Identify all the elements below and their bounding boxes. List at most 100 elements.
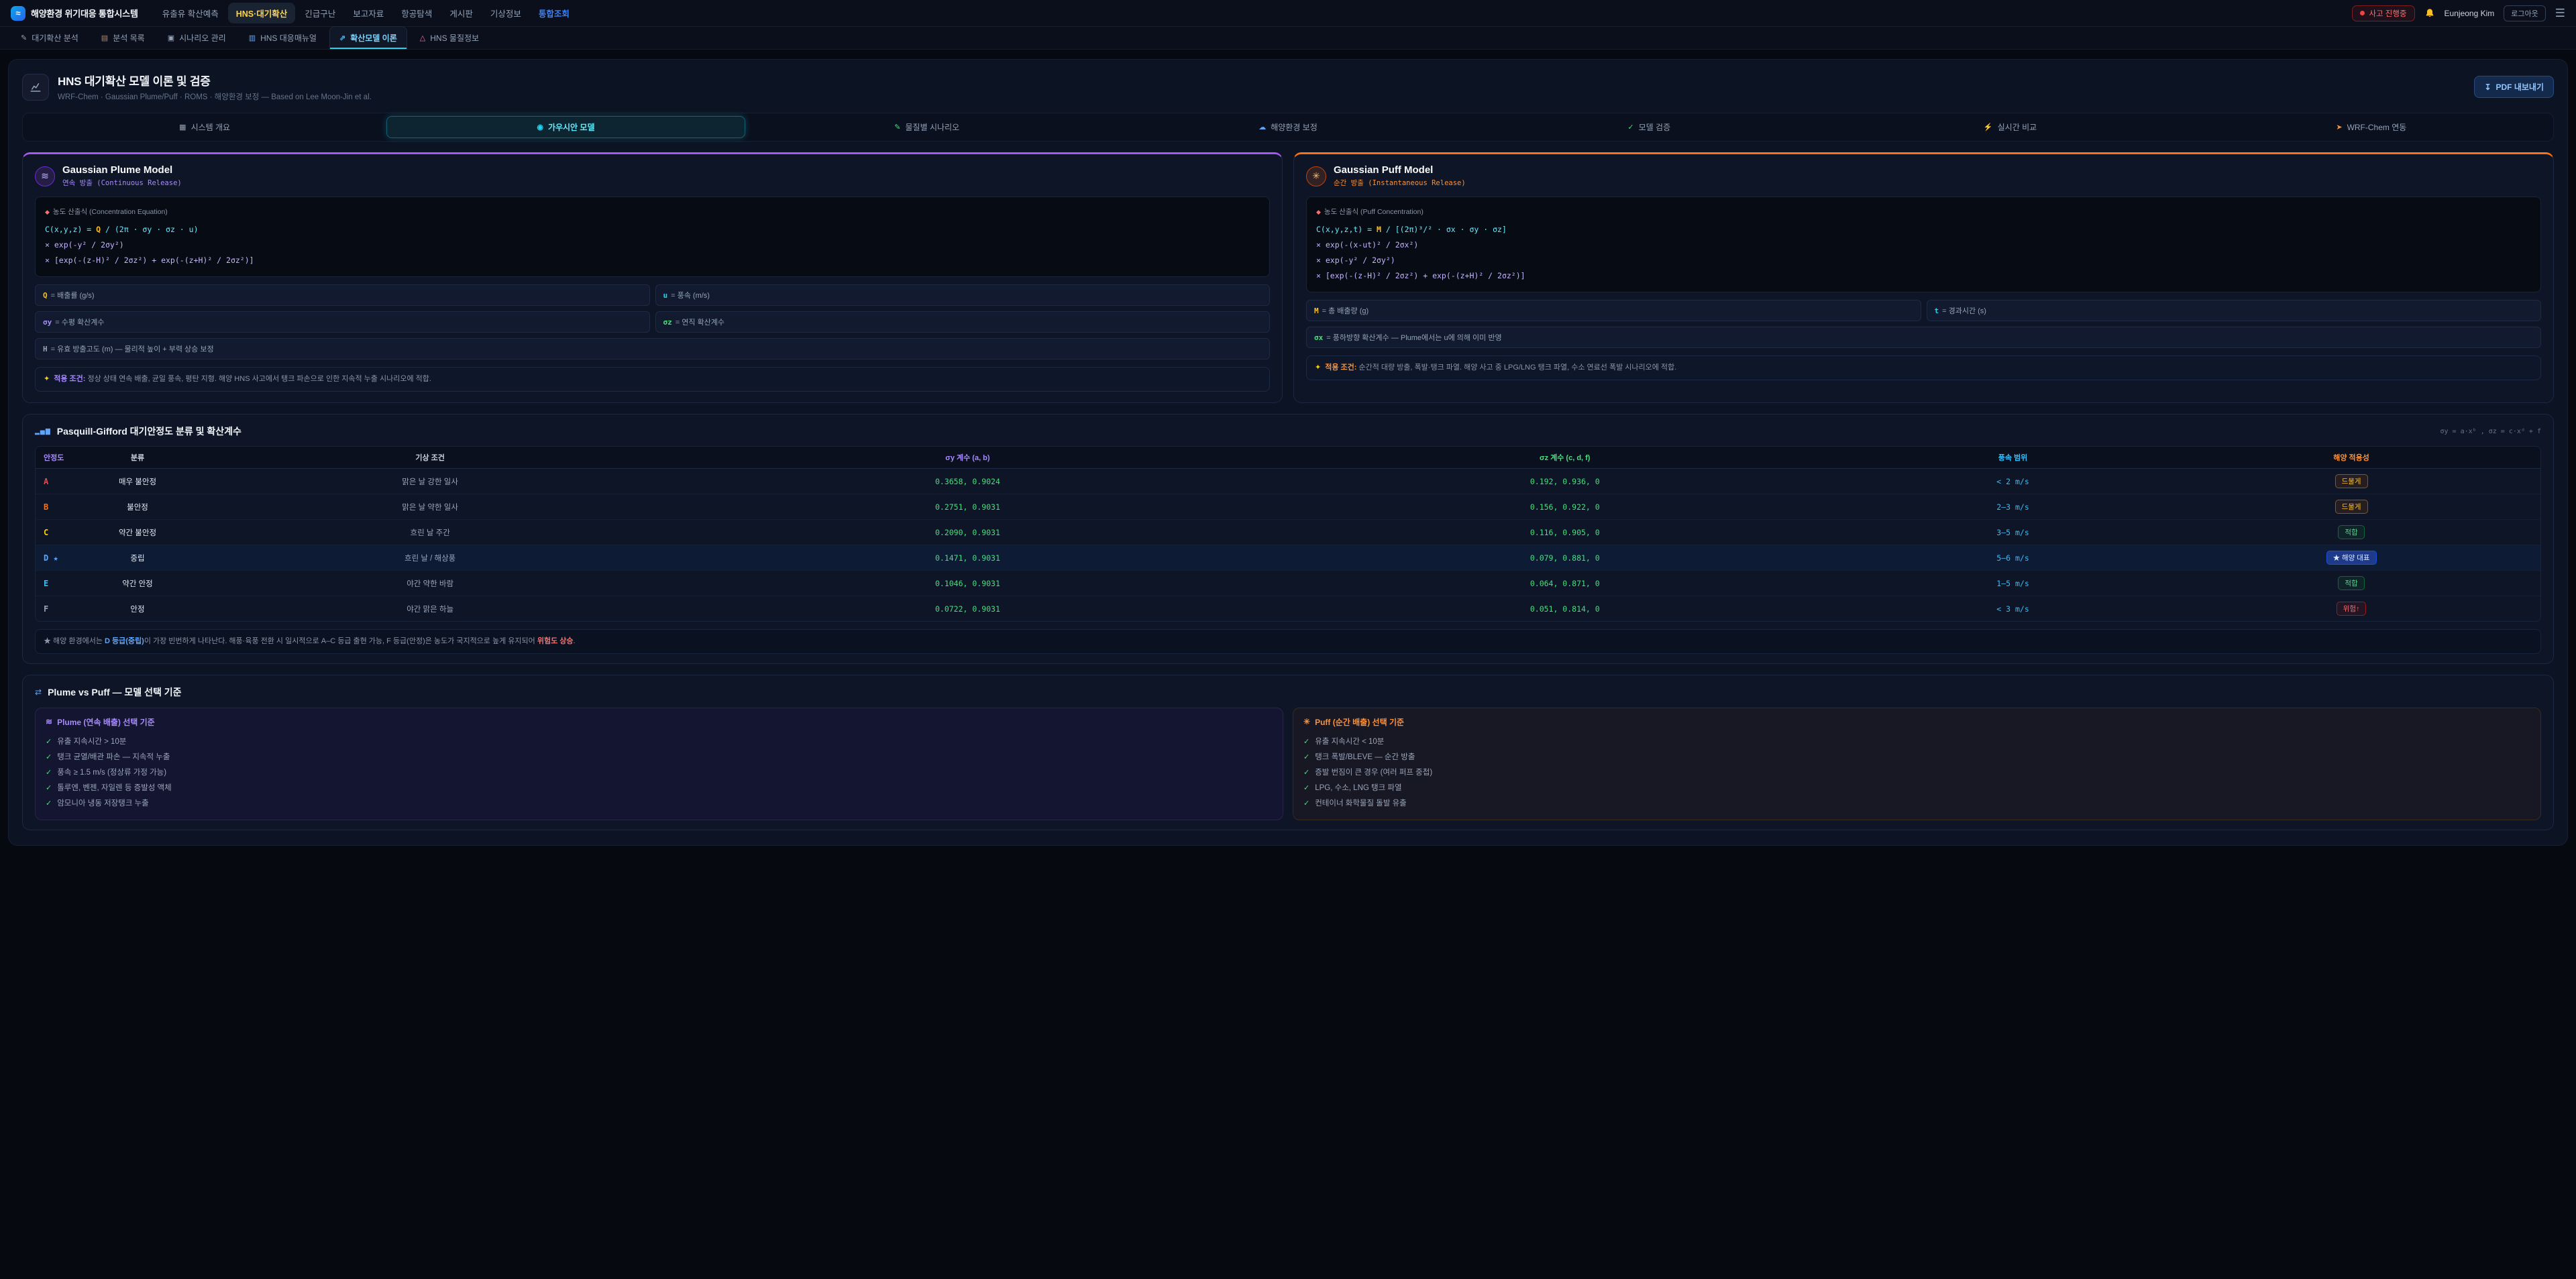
grade-cell: E <box>36 573 84 594</box>
check-icon: ✓ <box>1627 123 1633 131</box>
swirl-icon: ◉ <box>537 123 543 131</box>
sigma-y-cell: 0.2090, 0.9031 <box>669 522 1266 543</box>
nav-item-aerial-search[interactable]: 항공탐색 <box>393 3 440 23</box>
puff-parameters: M= 총 배출량 (g) t= 경과시간 (s) σx= 풍하방향 확산계수 —… <box>1306 300 2541 348</box>
nav-item-hns-dispersion[interactable]: HNS·대기확산 <box>228 3 296 23</box>
page-header: HNS 대기확산 모델 이론 및 검증 WRF-Chem · Gaussian … <box>22 72 2554 102</box>
nav-item-weather[interactable]: 기상정보 <box>482 3 529 23</box>
bulb-icon: ✦ <box>1315 364 1321 372</box>
col-sigma-y: σy 계수 (a, b) <box>669 447 1266 468</box>
plume-eq-line-3: × [exp(-(z-H)² / 2σz²) + exp(-(z+H)² / 2… <box>45 253 1260 268</box>
grade-cell: B <box>36 497 84 517</box>
notification-bell-icon[interactable] <box>2424 8 2435 19</box>
sigma-z-cell: 0.192, 0.936, 0 <box>1267 471 1864 492</box>
sigma-z-cell: 0.116, 0.905, 0 <box>1267 522 1864 543</box>
grade-cell: C <box>36 522 84 543</box>
selection-title: Plume vs Puff — 모델 선택 기준 <box>48 685 181 699</box>
tab-model-validation[interactable]: ✓ 모델 검증 <box>1470 116 1828 138</box>
col-class: 분류 <box>84 447 191 468</box>
subtab-hns-substance-info[interactable]: △ HNS 물질정보 <box>410 26 489 49</box>
param-Q: Q= 배출률 (g/s) <box>35 284 650 306</box>
wind-cell: < 2 m/s <box>1864 471 2162 492</box>
pin-icon: ◆ <box>45 209 50 215</box>
tab-wrf-chem-link[interactable]: ➤ WRF-Chem 연동 <box>2192 116 2551 138</box>
col-marine-fit: 해양 적용성 <box>2162 447 2540 468</box>
wind-cell: 5–6 m/s <box>1864 548 2162 568</box>
flask-icon: △ <box>420 34 425 42</box>
tab-system-overview[interactable]: ▦ 시스템 개요 <box>25 116 384 138</box>
gaussian-puff-card: ✳ Gaussian Puff Model 순간 방출 (Instantaneo… <box>1293 152 2554 403</box>
marine-fit-badge: 적합 <box>2338 576 2364 590</box>
hamburger-menu-icon[interactable]: ☰ <box>2555 7 2565 19</box>
table-row-E: E 약간 안정 야간 약한 바람 0.1046, 0.9031 0.064, 0… <box>36 571 2540 596</box>
page-title: HNS 대기확산 모델 이론 및 검증 <box>58 72 372 89</box>
tab-realtime-comparison[interactable]: ⚡ 실시간 비교 <box>1831 116 2189 138</box>
plume-usage-note: ✦적용 조건: 정상 상태 연속 배출, 균일 풍속, 평탄 지형. 해양 HN… <box>35 367 1270 392</box>
list-item: ✓유출 지속시간 > 10분 <box>46 734 1273 749</box>
sigma-formula-hint: σy = a·xᵇ , σz = c·xᵈ + f <box>2440 428 2541 435</box>
tab-label: 가우시안 모델 <box>548 121 595 133</box>
logout-button[interactable]: 로그아웃 <box>2504 5 2545 21</box>
nav-item-board[interactable]: 게시판 <box>441 3 481 23</box>
subnav-tabs: ✎ 대기확산 분석 ▤ 분석 목록 ▣ 시나리오 관리 ▥ HNS 대응매뉴얼 … <box>0 27 2576 50</box>
class-cell: 불안정 <box>84 496 191 518</box>
subtab-analysis-list[interactable]: ▤ 분석 목록 <box>91 26 155 49</box>
subtab-label: 대기확산 분석 <box>32 32 78 44</box>
subtab-model-theory[interactable]: ⇗ 확산모델 이론 <box>329 26 407 49</box>
incident-status-badge[interactable]: 사고 진행중 <box>2352 5 2414 21</box>
weather-cell: 흐린 날 / 해상풍 <box>191 547 669 569</box>
class-cell: 약간 불안정 <box>84 522 191 543</box>
sigma-z-cell: 0.064, 0.871, 0 <box>1267 573 1864 594</box>
nav-item-integrated-search[interactable]: 통합조회 <box>531 3 578 23</box>
puff-usage-note: ✦적용 조건: 순간적 대량 방출, 폭발·탱크 파열. 해양 사고 중 LPG… <box>1306 355 2541 380</box>
subtab-scenario-management[interactable]: ▣ 시나리오 관리 <box>158 26 236 49</box>
check-icon: ✓ <box>1303 768 1309 777</box>
col-wind: 풍속 범위 <box>1864 447 2162 468</box>
nav-item-reports[interactable]: 보고자료 <box>345 3 392 23</box>
param-u: u= 풍속 (m/s) <box>655 284 1271 306</box>
tab-gaussian-model[interactable]: ◉ 가우시안 모델 <box>386 116 745 138</box>
sigma-y-cell: 0.0722, 0.9031 <box>669 599 1266 619</box>
col-grade: 안정도 <box>36 447 84 468</box>
col-sigma-z: σz 계수 (c, d, f) <box>1267 447 1864 468</box>
tab-label: 해양환경 보정 <box>1271 121 1318 133</box>
chart-line-icon: ⇗ <box>339 34 345 42</box>
rocket-icon: ➤ <box>2336 123 2342 131</box>
tab-label: 모델 검증 <box>1639 121 1671 133</box>
check-icon: ✓ <box>46 799 52 808</box>
col-weather: 기상 조건 <box>191 447 669 468</box>
plume-equation-label: ◆농도 산출식 (Concentration Equation) <box>45 205 1260 219</box>
grade-cell: D ★ <box>36 548 84 568</box>
tab-marine-correction[interactable]: ☁ 해양환경 보정 <box>1109 116 1467 138</box>
list-item: ✓풍속 ≥ 1.5 m/s (정상류 가정 가능) <box>46 765 1273 780</box>
pdf-export-button[interactable]: ↧ PDF 내보내기 <box>2474 76 2554 98</box>
table-row-F: F 안정 야간 맑은 하늘 0.0722, 0.9031 0.051, 0.81… <box>36 596 2540 621</box>
nav-item-oil-spill[interactable]: 유출유 확산예측 <box>154 3 227 23</box>
plume-criteria-list: ✓유출 지속시간 > 10분 ✓탱크 균열/배관 파손 — 지속적 누출 ✓풍속… <box>46 734 1273 811</box>
puff-eq-line-3: × exp(-y² / 2σy²) <box>1316 253 2531 268</box>
main-menu: 유출유 확산예측 HNS·대기확산 긴급구난 보고자료 항공탐색 게시판 기상정… <box>154 3 578 23</box>
nav-item-emergency[interactable]: 긴급구난 <box>297 3 343 23</box>
wind-cell: 3–5 m/s <box>1864 522 2162 543</box>
plume-subtitle: 연속 방출 (Continuous Release) <box>62 178 182 188</box>
param-M: M= 총 배출량 (g) <box>1306 300 1921 321</box>
folder-icon: ▣ <box>168 34 174 42</box>
check-icon: ✓ <box>46 768 52 777</box>
subtab-dispersion-analysis[interactable]: ✎ 대기확산 분석 <box>11 26 89 49</box>
sigma-y-cell: 0.1471, 0.9031 <box>669 548 1266 568</box>
incident-label: 사고 진행중 <box>2369 8 2406 19</box>
selection-header: ⇄ Plume vs Puff — 모델 선택 기준 <box>35 685 2541 699</box>
list-icon: ▤ <box>101 34 108 42</box>
tab-substance-scenarios[interactable]: ✎ 물질별 시나리오 <box>748 116 1106 138</box>
bulb-icon: ✦ <box>44 375 50 383</box>
subtab-hns-manual[interactable]: ▥ HNS 대응매뉴얼 <box>239 26 327 49</box>
app-logo[interactable]: ≈ 해양환경 위기대응 통합시스템 <box>11 6 138 21</box>
subtab-label: 확산모델 이론 <box>350 32 397 44</box>
plume-title: Gaussian Plume Model <box>62 164 182 176</box>
plume-eq-line-1: C(x,y,z) = Q / (2π · σy · σz · u) <box>45 222 1260 237</box>
marine-fit-badge: 위험↑ <box>2337 602 2367 616</box>
section-tabs: ▦ 시스템 개요 ◉ 가우시안 모델 ✎ 물질별 시나리오 ☁ 해양환경 보정 … <box>22 113 2554 142</box>
sigma-z-cell: 0.156, 0.922, 0 <box>1267 497 1864 517</box>
puff-card-header: ✳ Gaussian Puff Model 순간 방출 (Instantaneo… <box>1306 164 2541 188</box>
plume-wave-icon: ≋ <box>35 166 55 186</box>
